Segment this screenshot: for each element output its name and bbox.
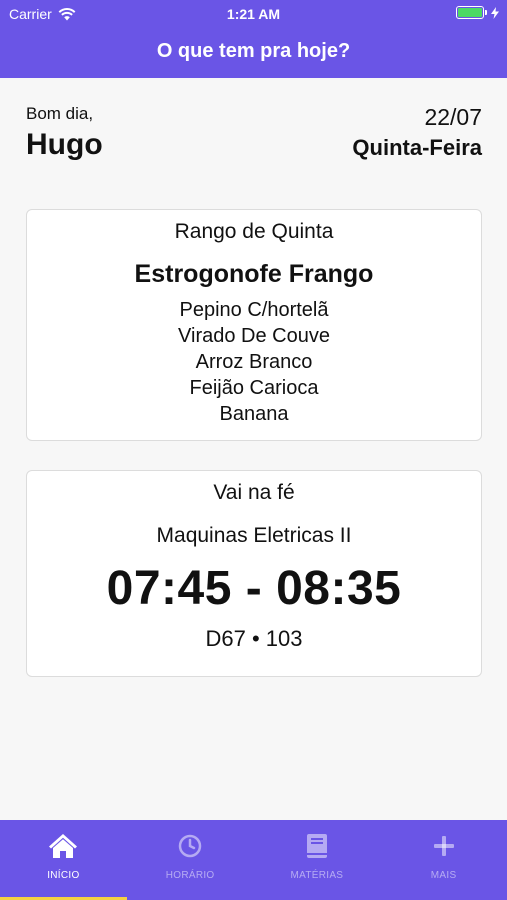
nav-title: O que tem pra hoje? bbox=[156, 40, 351, 62]
class-room: D67 • 103 bbox=[205, 626, 303, 651]
top-bar: Carrier 1:21 AM O que tem pra hoje? bbox=[0, 0, 507, 78]
greeting: Bom dia, Hugo bbox=[26, 104, 103, 162]
greeting-text: Bom dia, bbox=[26, 104, 94, 123]
date-display: 22/07 Quinta-Feira bbox=[352, 104, 482, 161]
tab-label: MAIS bbox=[430, 870, 457, 881]
menu-item: Banana bbox=[219, 403, 289, 425]
user-name: Hugo bbox=[26, 128, 103, 161]
menu-card: Rango de Quinta Estrogonofe Frango Pepin… bbox=[26, 209, 482, 441]
tab-mais[interactable]: MAIS bbox=[380, 820, 507, 900]
tab-materias[interactable]: MATÉRIAS bbox=[254, 820, 381, 900]
status-bar: Carrier 1:21 AM bbox=[0, 0, 507, 28]
date-weekday: Quinta-Feira bbox=[352, 135, 482, 160]
tab-label: MATÉRIAS bbox=[290, 870, 344, 881]
plus-icon bbox=[433, 836, 454, 856]
menu-main-dish: Estrogonofe Frango bbox=[134, 260, 374, 288]
tab-bar: INÍCIO HORÁRIO MATÉRIAS MAIS bbox=[0, 820, 507, 900]
class-card: Vai na fé Maquinas Eletricas II 07:45 - … bbox=[26, 470, 482, 677]
menu-item: Arroz Branco bbox=[195, 351, 313, 373]
menu-item: Feijão Carioca bbox=[189, 377, 319, 399]
book-icon bbox=[306, 834, 327, 858]
tab-label: INÍCIO bbox=[47, 870, 80, 881]
menu-item: Pepino C/hortelã bbox=[179, 299, 329, 321]
menu-items-list: Pepino C/hortelã Virado De Couve Arroz B… bbox=[27, 297, 481, 427]
status-time: 1:21 AM bbox=[226, 6, 281, 22]
menu-item: Virado De Couve bbox=[178, 325, 330, 347]
tab-horario[interactable]: HORÁRIO bbox=[127, 820, 254, 900]
clock-icon bbox=[178, 834, 202, 858]
date-day: 22/07 bbox=[424, 104, 482, 130]
class-subject: Maquinas Eletricas II bbox=[156, 524, 352, 547]
class-time: 07:45 - 08:35 bbox=[106, 562, 402, 615]
battery-icon bbox=[456, 6, 487, 19]
menu-card-title: Rango de Quinta bbox=[174, 220, 334, 243]
home-icon bbox=[49, 834, 78, 858]
class-card-title: Vai na fé bbox=[213, 481, 295, 504]
battery-indicator bbox=[456, 6, 499, 19]
tab-inicio[interactable]: INÍCIO bbox=[0, 820, 127, 900]
charging-icon bbox=[491, 6, 499, 19]
tab-label: HORÁRIO bbox=[165, 870, 215, 881]
